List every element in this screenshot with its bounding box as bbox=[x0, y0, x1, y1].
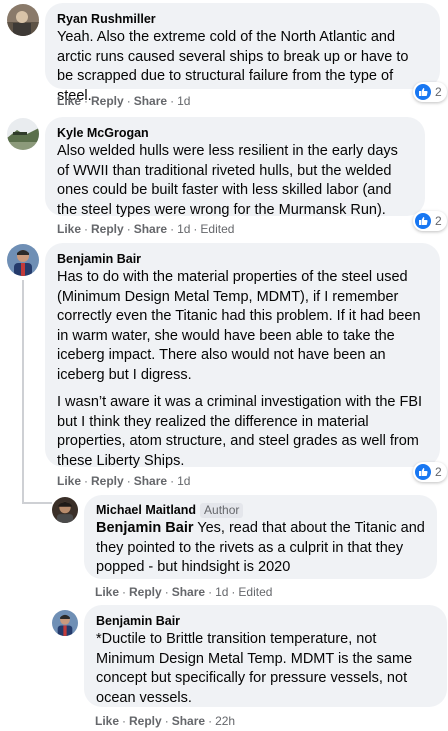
comment-paragraph: Also welded hulls were less resilient in… bbox=[57, 143, 398, 218]
comment-text: Benjamin Bair Yes, read that about the T… bbox=[96, 519, 425, 578]
comment-paragraph: I wasn’t aware it was a criminal investi… bbox=[57, 394, 423, 469]
mention-link[interactable]: Benjamin Bair bbox=[96, 520, 194, 536]
thread-line bbox=[22, 502, 52, 504]
comment-text: *Ductile to Brittle transition temperatu… bbox=[96, 630, 435, 708]
like-button[interactable]: Like bbox=[57, 222, 81, 236]
comment-actions: Like · Reply · Share · 1d · Edited bbox=[57, 222, 235, 236]
comment-bubble: Kyle McGrogan Also welded hulls were les… bbox=[45, 117, 425, 218]
like-button[interactable]: Like bbox=[57, 94, 81, 108]
timestamp[interactable]: 1d bbox=[177, 474, 190, 488]
reply-button[interactable]: Reply bbox=[129, 585, 162, 599]
like-button[interactable]: Like bbox=[57, 474, 81, 488]
timestamp[interactable]: 22h bbox=[215, 714, 235, 728]
timestamp[interactable]: 1d bbox=[177, 94, 190, 108]
avatar[interactable] bbox=[52, 610, 78, 636]
reaction-count-badge[interactable]: 2 bbox=[413, 462, 447, 482]
commenter-name[interactable]: Kyle McGrogan bbox=[57, 125, 413, 141]
avatar[interactable] bbox=[7, 244, 39, 276]
thumbs-up-icon bbox=[415, 464, 431, 480]
avatar[interactable] bbox=[7, 118, 39, 150]
reaction-count: 2 bbox=[435, 214, 442, 228]
reply-button[interactable]: Reply bbox=[91, 94, 124, 108]
comment-actions: Like · Reply · Share · 1d bbox=[57, 94, 191, 108]
share-button[interactable]: Share bbox=[134, 474, 167, 488]
like-button[interactable]: Like bbox=[95, 714, 119, 728]
edited-label[interactable]: Edited bbox=[238, 585, 272, 599]
commenter-name[interactable]: Benjamin Bair bbox=[57, 251, 428, 267]
commenter-name[interactable]: Ryan Rushmiller bbox=[57, 11, 428, 27]
comment-actions: Like · Reply · Share · 1d bbox=[57, 474, 191, 488]
thumbs-up-icon bbox=[415, 84, 431, 100]
share-button[interactable]: Share bbox=[134, 222, 167, 236]
comment-bubble: Ryan Rushmiller Yeah. Also the extreme c… bbox=[45, 3, 440, 104]
reply-button[interactable]: Reply bbox=[129, 714, 162, 728]
share-button[interactable]: Share bbox=[134, 94, 167, 108]
comment-text: Has to do with the material properties o… bbox=[57, 268, 428, 471]
comment-paragraph: Benjamin Bair Yes, read that about the T… bbox=[96, 519, 425, 578]
commenter-header: Michael Maitland Author bbox=[96, 502, 425, 518]
author-badge: Author bbox=[200, 503, 244, 518]
reply-button[interactable]: Reply bbox=[91, 222, 124, 236]
reply-button[interactable]: Reply bbox=[91, 474, 124, 488]
reaction-count-badge[interactable]: 2 bbox=[413, 211, 447, 231]
thread-line bbox=[22, 280, 24, 504]
comment-paragraph: Has to do with the material properties o… bbox=[57, 269, 421, 383]
like-button[interactable]: Like bbox=[95, 585, 119, 599]
reaction-count: 2 bbox=[435, 465, 442, 479]
comment-bubble: Michael Maitland Author Benjamin Bair Yes… bbox=[84, 495, 437, 579]
comment-actions: Like · Reply · Share · 1d · Edited bbox=[95, 585, 273, 599]
comment-paragraph: *Ductile to Brittle transition temperatu… bbox=[96, 631, 413, 706]
comment-actions: Like · Reply · Share · 22h bbox=[95, 714, 236, 728]
edited-label[interactable]: Edited bbox=[200, 222, 234, 236]
reaction-count-badge[interactable]: 2 bbox=[413, 82, 447, 102]
commenter-name[interactable]: Michael Maitland bbox=[96, 503, 196, 517]
commenter-name[interactable]: Benjamin Bair bbox=[96, 613, 435, 629]
share-button[interactable]: Share bbox=[172, 714, 205, 728]
comment-bubble: Benjamin Bair *Ductile to Brittle transi… bbox=[84, 605, 447, 707]
timestamp[interactable]: 1d bbox=[215, 585, 228, 599]
share-button[interactable]: Share bbox=[172, 585, 205, 599]
comment-bubble: Benjamin Bair Has to do with the materia… bbox=[45, 243, 440, 469]
avatar[interactable] bbox=[7, 4, 39, 36]
avatar[interactable] bbox=[52, 497, 78, 523]
timestamp[interactable]: 1d bbox=[177, 222, 190, 236]
thumbs-up-icon bbox=[415, 213, 431, 229]
comment-text: Also welded hulls were less resilient in… bbox=[57, 142, 413, 220]
reaction-count: 2 bbox=[435, 85, 442, 99]
